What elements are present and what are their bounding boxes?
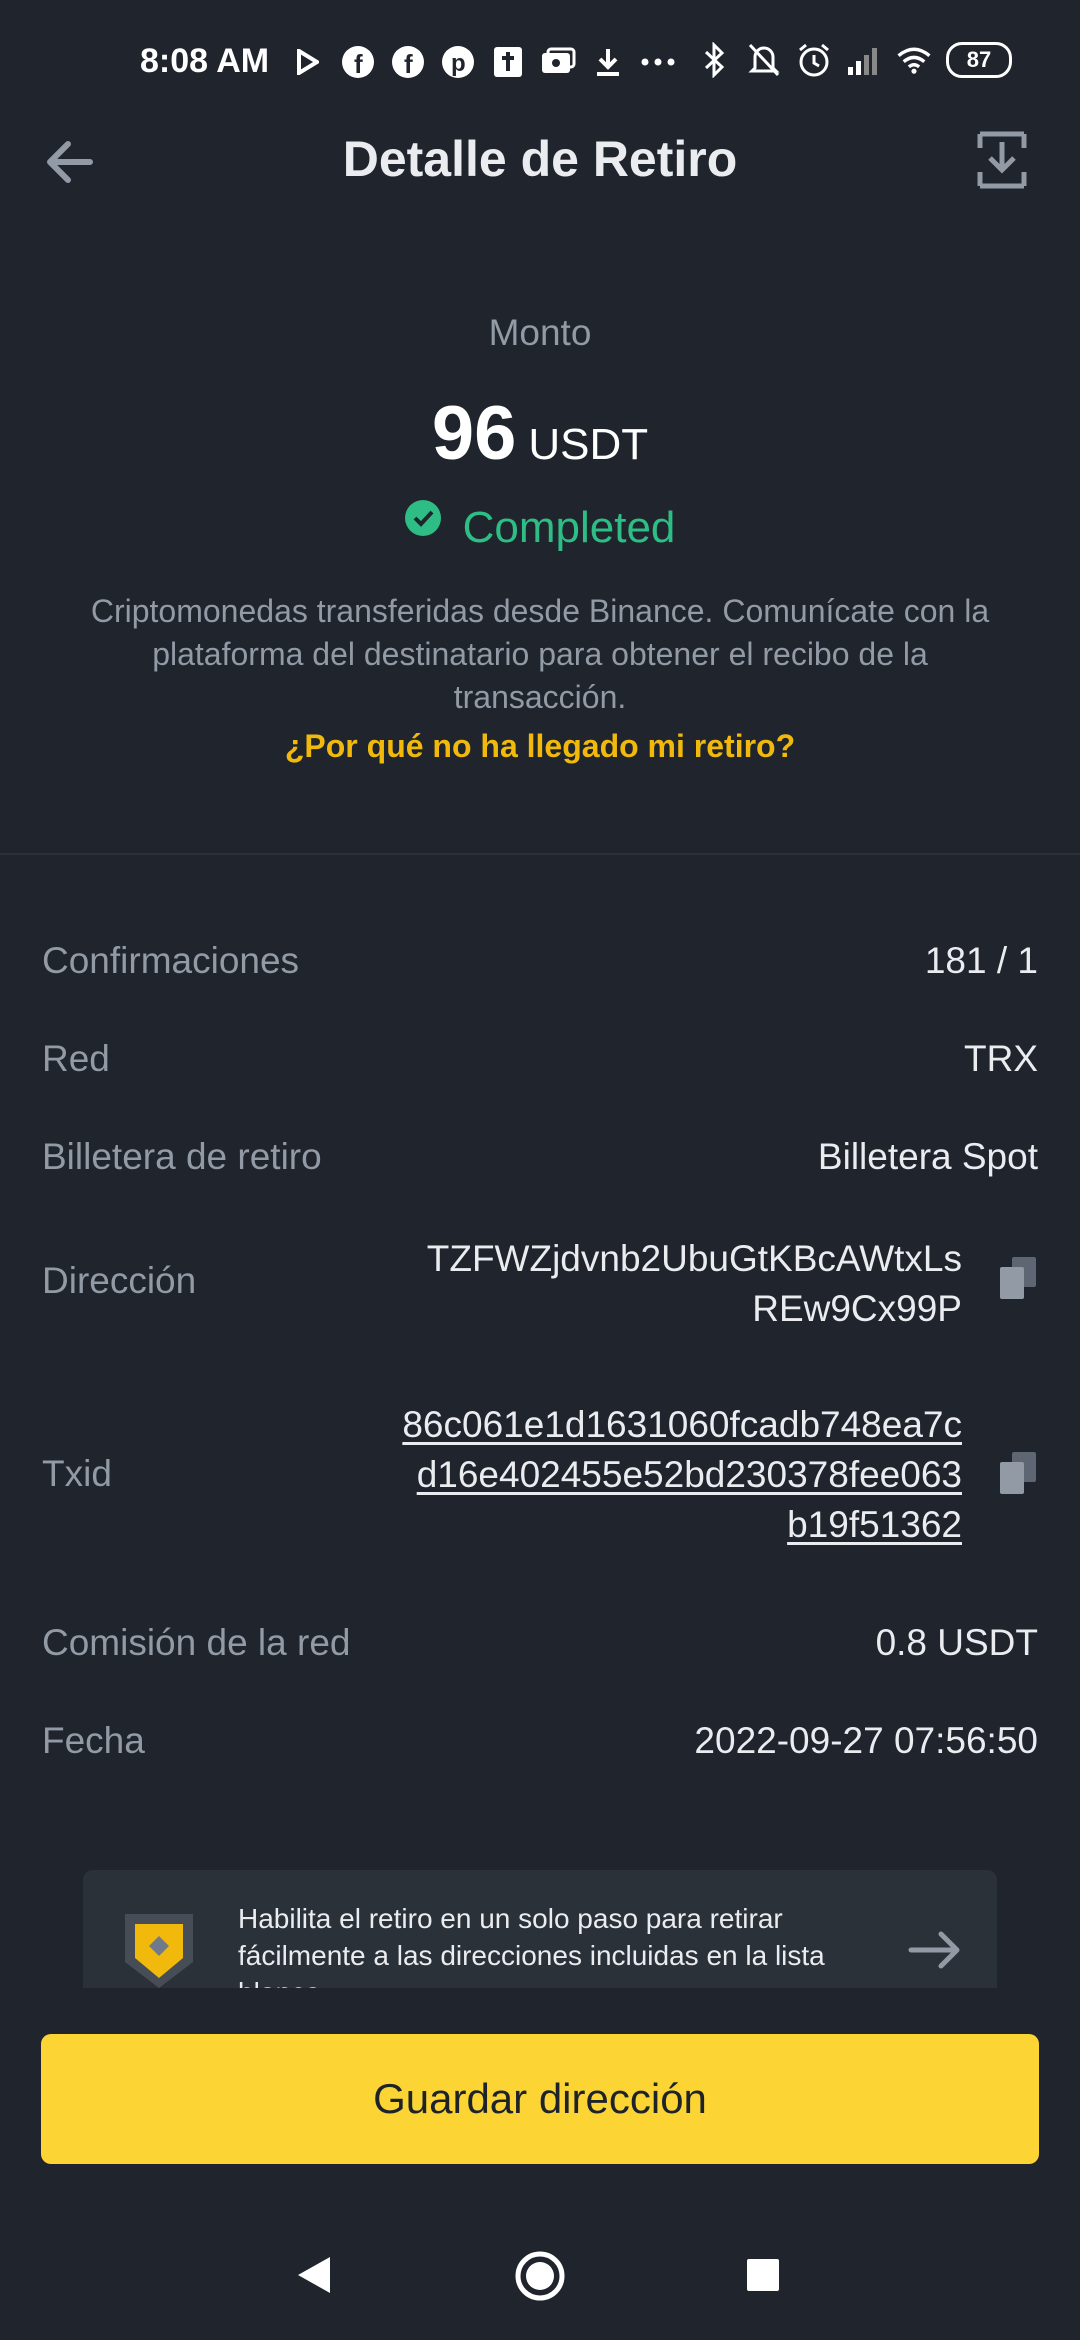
system-navigation-bar <box>0 2220 1080 2340</box>
address-label: Dirección <box>42 1260 197 1301</box>
shield-icon <box>121 1910 197 1988</box>
nav-back-button[interactable] <box>296 2255 332 2295</box>
amount-display: 96 USDT <box>0 390 1080 477</box>
pinterest-icon: p <box>440 44 476 80</box>
status-text: Completed <box>462 503 676 552</box>
txid-link[interactable]: 86c061e1d1631060fcadb748ea7cd16e402455e5… <box>402 1400 962 1550</box>
address-value: TZFWZjdvnb2UbuGtKBcAWtxLsREw9Cx99P <box>426 1238 962 1329</box>
battery-indicator: 87 <box>946 42 1012 78</box>
txid-label: Txid <box>42 1453 112 1494</box>
copy-icon <box>1000 1257 1036 1299</box>
page-title: Detalle de Retiro <box>342 131 738 187</box>
svg-text:p: p <box>451 50 466 77</box>
status-bar: 8:08 AM f f p 87 <box>0 0 1080 120</box>
system-icons: 87 <box>696 42 1012 78</box>
copy-icon <box>1000 1452 1036 1494</box>
notification-icons: f f p <box>290 40 676 84</box>
section-divider <box>0 853 1080 855</box>
one-step-withdrawal-banner[interactable]: Habilita el retiro en un solo paso para … <box>83 1870 997 1988</box>
square-recents-icon <box>747 2259 779 2291</box>
copy-address-button[interactable] <box>998 1255 1038 1301</box>
wallet-value: Billetera Spot <box>817 1136 1038 1177</box>
amount-label: Monto <box>488 312 592 353</box>
svg-text:f: f <box>354 49 363 79</box>
nav-recents-button[interactable] <box>746 2258 780 2292</box>
signal-icon <box>846 42 882 78</box>
money-icon <box>540 44 576 80</box>
wallet-label: Billetera de retiro <box>42 1136 322 1177</box>
more-icon <box>640 44 676 80</box>
transfer-description: Criptomonedas transferidas desde Binance… <box>90 593 990 715</box>
date-label: Fecha <box>42 1720 145 1761</box>
download-icon <box>590 44 626 80</box>
network-label: Red <box>42 1038 110 1079</box>
svg-text:f: f <box>404 49 413 79</box>
confirmations-label: Confirmaciones <box>42 940 300 981</box>
status-indicator: Completed <box>0 500 1080 553</box>
status-time: 8:08 AM <box>140 42 270 80</box>
alarm-icon <box>796 42 832 78</box>
amount-currency: USDT <box>528 420 649 469</box>
arrow-right-icon <box>907 1930 963 1970</box>
wifi-icon <box>896 42 932 78</box>
amount-value: 96 <box>431 391 517 476</box>
download-icon <box>977 131 1027 189</box>
facebook-icon: f <box>390 44 426 80</box>
nav-home-button[interactable] <box>514 2250 566 2302</box>
fee-value: 0.8 USDT <box>875 1622 1038 1663</box>
fee-label: Comisión de la red <box>42 1622 351 1663</box>
bluetooth-icon <box>696 42 732 78</box>
mute-icon <box>746 42 782 78</box>
banner-text: Habilita el retiro en un solo paso para … <box>238 1903 825 1988</box>
confirmations-value: 181 / 1 <box>924 940 1038 981</box>
withdrawal-help-link[interactable]: ¿Por qué no ha llegado mi retiro? <box>0 728 1080 765</box>
triangle-back-icon <box>298 2257 330 2293</box>
facebook-icon: f <box>340 44 376 80</box>
network-value: TRX <box>964 1038 1038 1079</box>
check-circle-icon <box>404 500 441 536</box>
circle-home-icon <box>515 2251 565 2301</box>
download-receipt-button[interactable] <box>976 130 1028 190</box>
save-address-button[interactable]: Guardar dirección <box>41 2034 1039 2164</box>
copy-txid-button[interactable] <box>998 1450 1038 1496</box>
date-value: 2022-09-27 07:56:50 <box>694 1720 1038 1761</box>
bible-icon <box>490 44 526 80</box>
play-icon <box>290 44 326 80</box>
